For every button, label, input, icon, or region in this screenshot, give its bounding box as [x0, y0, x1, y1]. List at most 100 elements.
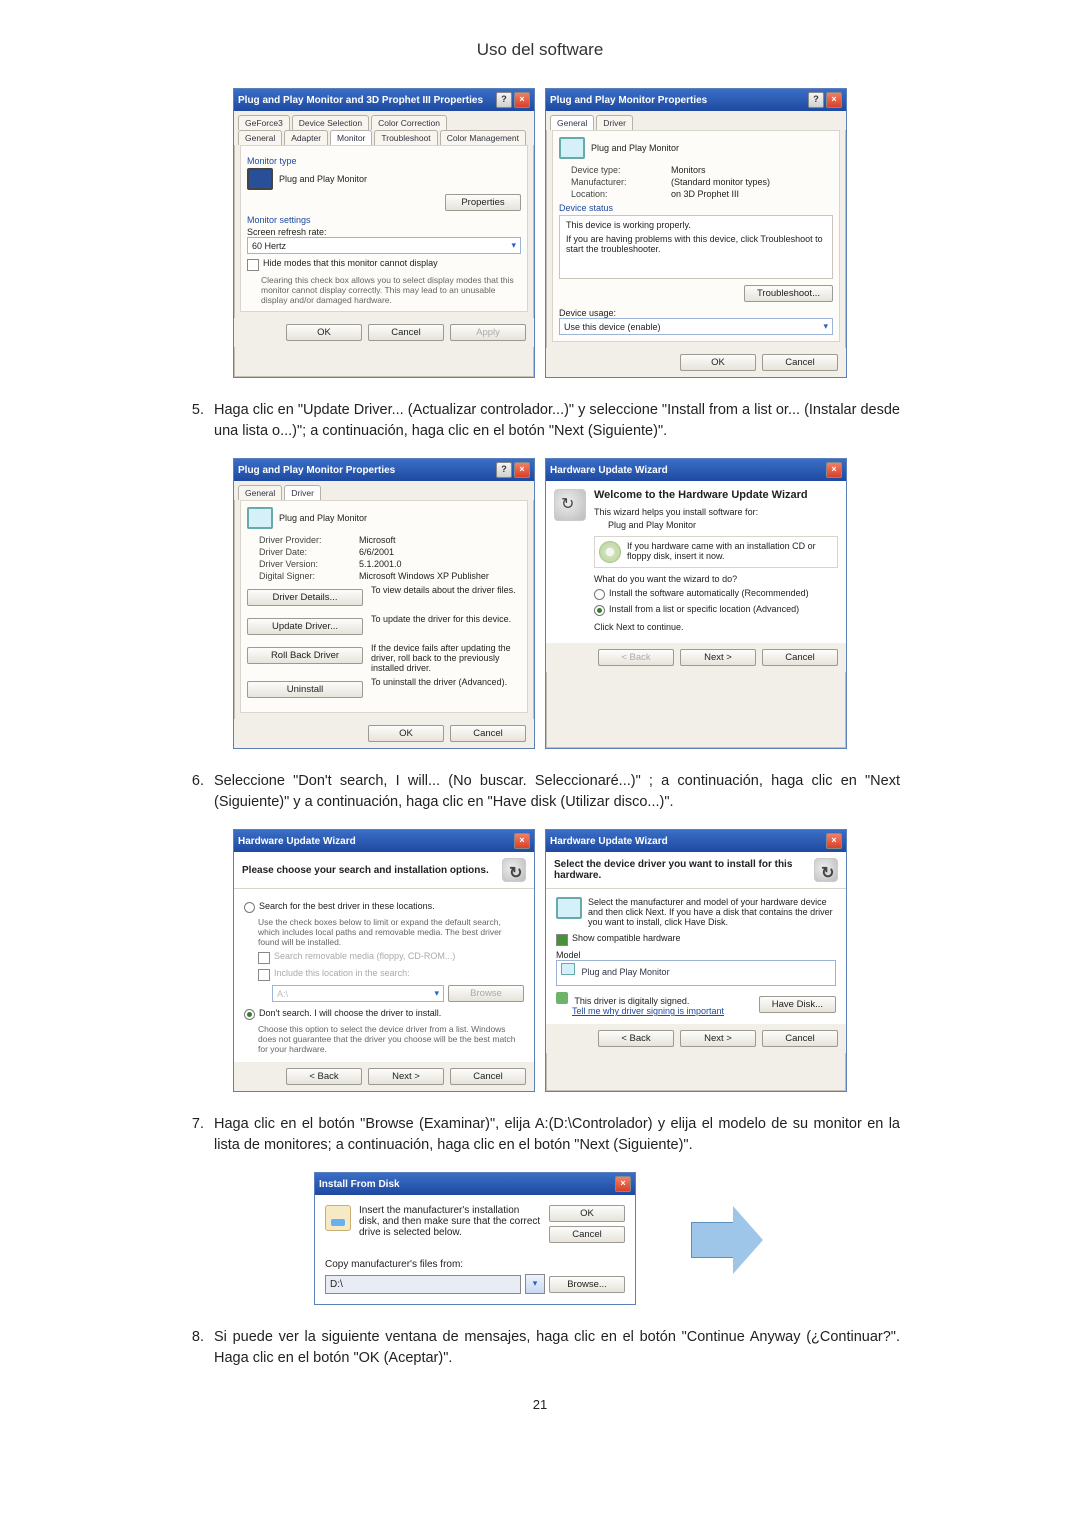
back-button[interactable]: < Back	[286, 1068, 362, 1085]
cancel-button[interactable]: Cancel	[450, 1068, 526, 1085]
step-text: Haga clic en el botón "Browse (Examinar)…	[214, 1114, 900, 1156]
close-icon[interactable]: ×	[514, 92, 530, 108]
close-icon[interactable]: ×	[615, 1176, 631, 1192]
monitor-icon	[559, 137, 585, 159]
help-icon[interactable]: ?	[496, 462, 512, 478]
tab-geforce3[interactable]: GeForce3	[238, 115, 290, 130]
close-icon[interactable]: ×	[826, 92, 842, 108]
browse-button: Browse	[448, 985, 524, 1002]
radio-install-list[interactable]	[594, 605, 605, 616]
model-listbox[interactable]: Plug and Play Monitor	[556, 960, 836, 986]
arrow-illustration	[686, 1204, 766, 1274]
tab-general[interactable]: General	[238, 130, 282, 145]
monitor-icon	[247, 168, 273, 190]
ok-button[interactable]: OK	[368, 725, 444, 742]
dialog-title: Hardware Update Wizard	[550, 465, 668, 476]
ok-button[interactable]: OK	[680, 354, 756, 371]
have-disk-button[interactable]: Have Disk...	[759, 996, 836, 1013]
ok-button[interactable]: OK	[549, 1205, 625, 1222]
properties-button[interactable]: Properties	[445, 194, 521, 211]
signed-text: This driver is digitally signed.	[574, 996, 689, 1006]
close-icon[interactable]: ×	[514, 833, 530, 849]
cancel-button[interactable]: Cancel	[368, 324, 444, 341]
rollback-driver-button[interactable]: Roll Back Driver	[247, 647, 363, 664]
digital-signer-value: Microsoft Windows XP Publisher	[359, 571, 489, 581]
chevron-down-icon: ▾	[511, 240, 516, 251]
driver-provider-value: Microsoft	[359, 535, 396, 545]
driver-version-label: Driver Version:	[259, 559, 359, 569]
update-driver-button[interactable]: Update Driver...	[247, 618, 363, 635]
wizard-intro: This wizard helps you install software f…	[594, 507, 838, 517]
chk-show-compat[interactable]	[556, 934, 568, 946]
tab-monitor[interactable]: Monitor	[330, 130, 372, 145]
tab-general[interactable]: General	[238, 485, 282, 500]
monitor-type-value: Plug and Play Monitor	[279, 174, 367, 184]
radio-dont-search[interactable]	[244, 1009, 255, 1020]
cancel-button[interactable]: Cancel	[450, 725, 526, 742]
radio-search-best[interactable]	[244, 902, 255, 913]
path-input[interactable]: D:\	[325, 1275, 521, 1294]
tab-device-selection[interactable]: Device Selection	[292, 115, 369, 130]
close-icon[interactable]: ×	[826, 462, 842, 478]
chk-include-label: Include this location in the search:	[274, 968, 410, 978]
next-button[interactable]: Next >	[368, 1068, 444, 1085]
hide-modes-checkbox[interactable]	[247, 259, 259, 271]
help-icon[interactable]: ?	[496, 92, 512, 108]
uninstall-button[interactable]: Uninstall	[247, 681, 363, 698]
hide-modes-hint: Clearing this check box allows you to se…	[261, 275, 521, 305]
install-from-disk-text: Insert the manufacturer's installation d…	[359, 1205, 541, 1238]
chk-show-compat-label: Show compatible hardware	[572, 933, 681, 943]
cd-icon	[599, 541, 621, 563]
refresh-rate-label: Screen refresh rate:	[247, 227, 521, 237]
ok-button[interactable]: OK	[286, 324, 362, 341]
driver-version-value: 5.1.2001.0	[359, 559, 402, 569]
tab-general[interactable]: General	[550, 115, 594, 130]
location-value: on 3D Prophet III	[671, 189, 739, 199]
browse-button[interactable]: Browse...	[549, 1276, 625, 1293]
tab-color-correction[interactable]: Color Correction	[371, 115, 447, 130]
model-label: Model	[556, 950, 836, 960]
cancel-button[interactable]: Cancel	[762, 354, 838, 371]
radio-install-auto[interactable]	[594, 589, 605, 600]
wizard-subhead: Please choose your search and installati…	[242, 865, 489, 876]
dialog-title: Hardware Update Wizard	[238, 836, 356, 847]
figure-row-4: Install From Disk × Insert the manufactu…	[180, 1172, 900, 1305]
cd-note-text: If you hardware came with an installatio…	[627, 541, 833, 561]
tab-driver[interactable]: Driver	[596, 115, 633, 130]
device-name: Plug and Play Monitor	[279, 513, 367, 523]
dialog-title: Install From Disk	[319, 1179, 400, 1190]
tab-adapter[interactable]: Adapter	[284, 130, 328, 145]
device-usage-label: Device usage:	[559, 308, 833, 318]
next-button[interactable]: Next >	[680, 1030, 756, 1047]
page-number: 21	[180, 1397, 900, 1412]
radio-install-list-label: Install from a list or specific location…	[609, 604, 799, 614]
hardware-update-wizard-welcome: Hardware Update Wizard × Welcome to the …	[545, 458, 847, 749]
next-button[interactable]: Next >	[680, 649, 756, 666]
help-icon[interactable]: ?	[808, 92, 824, 108]
device-usage-dropdown[interactable]: Use this device (enable) ▾	[559, 318, 833, 335]
back-button[interactable]: < Back	[598, 1030, 674, 1047]
model-item: Plug and Play Monitor	[582, 967, 670, 977]
step-text: Haga clic en "Update Driver... (Actualiz…	[214, 400, 900, 442]
tab-driver[interactable]: Driver	[284, 485, 321, 500]
close-icon[interactable]: ×	[514, 462, 530, 478]
cancel-button[interactable]: Cancel	[762, 1030, 838, 1047]
click-next-text: Click Next to continue.	[594, 622, 838, 632]
device-status-label: Device status	[559, 203, 833, 213]
tab-troubleshoot[interactable]: Troubleshoot	[374, 130, 437, 145]
monitor-properties-driver-dialog: Plug and Play Monitor Properties ? × Gen…	[233, 458, 535, 749]
driver-details-button[interactable]: Driver Details...	[247, 589, 363, 606]
step-number: 6.	[180, 771, 204, 813]
tab-color-management[interactable]: Color Management	[440, 130, 526, 145]
refresh-rate-dropdown[interactable]: 60 Hertz ▾	[247, 237, 521, 254]
radio-dont-search-label: Don't search. I will choose the driver t…	[259, 1008, 441, 1018]
chevron-down-icon[interactable]: ▾	[525, 1274, 545, 1294]
driver-signing-link[interactable]: Tell me why driver signing is important	[572, 1006, 724, 1016]
cancel-button[interactable]: Cancel	[549, 1226, 625, 1243]
troubleshoot-button[interactable]: Troubleshoot...	[744, 285, 833, 302]
close-icon[interactable]: ×	[826, 833, 842, 849]
monitor-icon	[561, 963, 575, 975]
wizard-icon	[814, 858, 838, 882]
search-path-value: A:\	[277, 989, 288, 999]
cancel-button[interactable]: Cancel	[762, 649, 838, 666]
